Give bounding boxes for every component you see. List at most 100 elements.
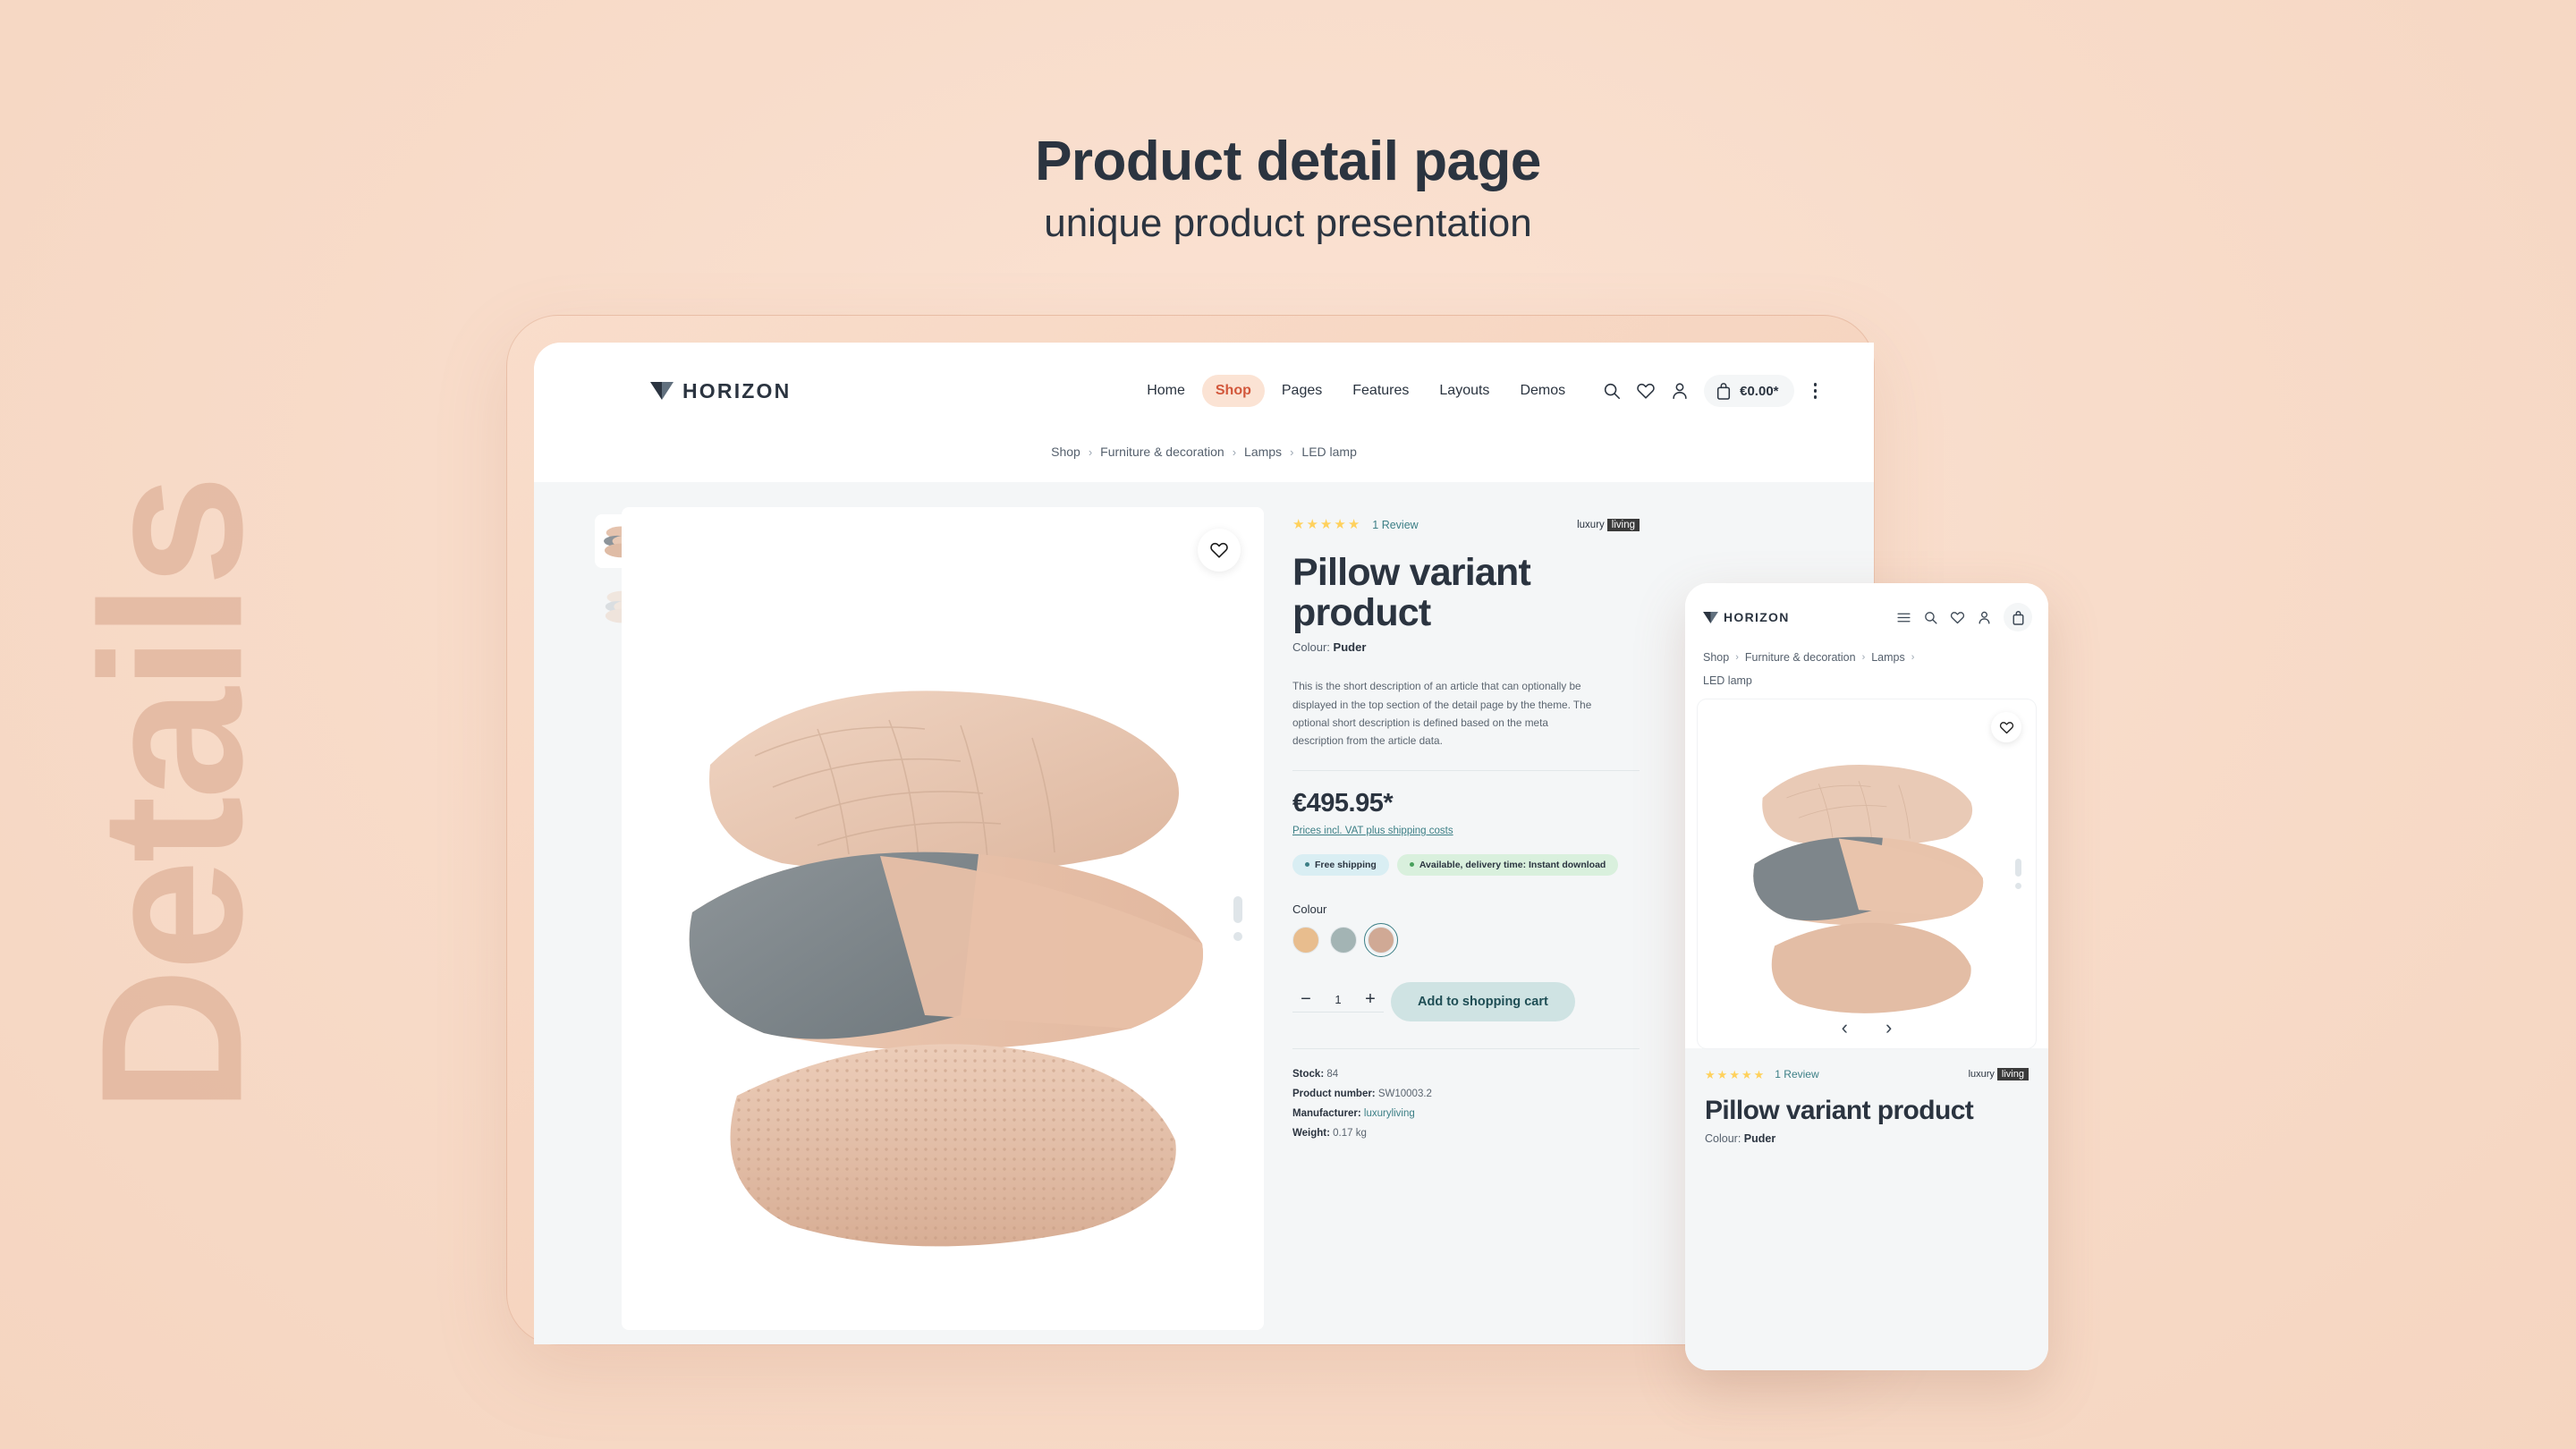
user-icon[interactable] [1977,610,1992,625]
colour-swatch-puder[interactable] [1364,922,1398,957]
user-icon[interactable] [1670,381,1690,401]
review-count-link[interactable]: 1 Review [1372,519,1418,531]
brand-part-2: living [1606,518,1640,531]
heart-icon[interactable] [1950,610,1965,625]
add-to-cart-button[interactable]: Add to shopping cart [1391,981,1575,1021]
carousel-prev-button[interactable]: ‹ [1842,1018,1848,1038]
product-detail-body: ★ ★ ★ ★ ★ 1 Review luxury living Pillow … [534,482,1874,1344]
spec-label: Weight: [1292,1127,1330,1139]
breadcrumb-separator: › [1088,445,1093,459]
star-icon: ★ [1319,517,1333,532]
product-info-panel: ★ ★ ★ ★ ★ 1 Review luxury living Pillow … [1264,507,1675,1344]
quantity-stepper: − 1 + [1292,990,1384,1013]
colour-swatch-grey[interactable] [1330,926,1357,953]
star-icon: ★ [1741,1067,1752,1081]
breadcrumb-item-furniture[interactable]: Furniture & decoration [1100,445,1224,459]
star-icon: ★ [1292,517,1305,532]
mobile-product-image[interactable]: ‹ › [1698,699,2036,1048]
pagination-dot-1[interactable] [2015,859,2021,877]
spec-value: 0.17 kg [1333,1127,1367,1139]
mobile-breadcrumb-item-lamps[interactable]: Lamps [1871,651,1905,664]
pagination-dot-1[interactable] [1233,896,1242,923]
product-main-image[interactable] [622,507,1264,1330]
nav-item-layouts[interactable]: Layouts [1426,375,1503,407]
mobile-breadcrumb-item-shop[interactable]: Shop [1703,651,1729,664]
colour-swatches [1292,922,1640,957]
carousel-next-button[interactable]: › [1885,1018,1892,1038]
mobile-logo[interactable]: HORIZON [1703,610,1790,624]
brand-part-1: luxury [1577,519,1605,530]
details-watermark: Details [58,478,284,1114]
nav-item-features[interactable]: Features [1339,375,1422,407]
breadcrumb-separator: › [1232,445,1237,459]
breadcrumb-item-shop[interactable]: Shop [1051,445,1080,459]
vat-shipping-link[interactable]: Prices incl. VAT plus shipping costs [1292,826,1453,836]
pillow-stack-photo [689,691,1203,1247]
star-icon: ★ [1729,1067,1740,1081]
spec-label: Stock: [1292,1068,1325,1080]
pagination-dot-2[interactable] [1233,932,1242,941]
image-pagination [1233,896,1242,941]
mobile-brand-badge: luxury living [1969,1068,2029,1080]
badge-label: Free shipping [1315,859,1377,870]
breadcrumb-separator: › [1911,652,1915,663]
quantity-increase-button[interactable]: + [1357,990,1384,1008]
rating-row: ★ ★ ★ ★ ★ 1 Review luxury living [1292,518,1640,531]
mobile-pillow-stack-photo [1753,765,1984,1013]
colour-value: Puder [1743,1131,1776,1145]
mobile-product-info: ★ ★ ★ ★ ★ 1 Review luxury living Pillow … [1685,1048,2048,1370]
nav-item-pages[interactable]: Pages [1268,375,1335,407]
nav-item-demos[interactable]: Demos [1506,375,1579,407]
purchase-row: − 1 + Add to shopping cart [1292,981,1640,1021]
star-icon: ★ [1306,517,1318,532]
thumbnail-gallery [534,507,648,1344]
mobile-cart-button[interactable] [2004,603,2032,631]
colour-field-label: Colour [1292,902,1327,916]
quantity-value[interactable]: 1 [1319,993,1357,1006]
mobile-product-colour-line: Colour: Puder [1705,1132,2029,1145]
heart-icon [1210,542,1228,558]
spec-label: Product number: [1292,1088,1376,1099]
breadcrumb-item-lamps[interactable]: Lamps [1244,445,1282,459]
badge-free-shipping: Free shipping [1292,853,1389,876]
brand-part-1: luxury [1968,1069,1995,1080]
mobile-product-title: Pillow variant product [1705,1096,1974,1125]
shopping-bag-icon [2012,610,2023,625]
mobile-breadcrumb-item-furniture[interactable]: Furniture & decoration [1745,651,1856,664]
wishlist-button[interactable] [1198,529,1241,572]
brand-part-2: living [1996,1068,2029,1080]
spec-value: SW10003.2 [1377,1088,1432,1099]
spec-manufacturer: Manufacturer: luxuryliving [1292,1108,1640,1119]
horizon-v-logo-icon [1703,611,1718,623]
breadcrumb-item-current: LED lamp [1301,445,1357,459]
pagination-dot-2[interactable] [2015,883,2021,889]
nav-item-shop[interactable]: Shop [1201,375,1265,407]
horizon-v-logo-icon [650,382,674,400]
vertical-dots-icon[interactable] [1809,379,1823,402]
site-header: HORIZON Home Shop Pages Features Layouts… [534,343,1874,439]
mobile-wishlist-button[interactable] [1991,712,2021,742]
manufacturer-link[interactable]: luxuryliving [1364,1108,1415,1119]
spec-product-number: Product number: SW10003.2 [1292,1089,1640,1099]
shopping-bag-icon [1717,383,1731,400]
site-logo[interactable]: HORIZON [650,379,791,403]
tablet-device-frame: HORIZON Home Shop Pages Features Layouts… [506,315,1875,1345]
hamburger-menu-icon[interactable] [1896,610,1911,625]
spec-value: 84 [1326,1068,1339,1080]
search-icon[interactable] [1602,381,1622,401]
nav-item-home[interactable]: Home [1133,375,1199,407]
mobile-review-count-link[interactable]: 1 Review [1775,1068,1818,1080]
colour-label: Colour: [1292,640,1330,655]
search-icon[interactable] [1923,610,1938,625]
quantity-decrease-button[interactable]: − [1292,990,1319,1008]
badge-label: Available, delivery time: Instant downlo… [1419,859,1606,870]
mobile-device-frame: HORIZON Shop › Furniture & decoration › … [1685,583,2048,1370]
colour-swatch-beige[interactable] [1292,926,1319,953]
mobile-header: HORIZON [1685,583,2048,646]
product-colour-line: Colour: Puder [1292,640,1640,654]
mobile-icon-group [1896,603,2032,631]
mobile-logo-text: HORIZON [1724,610,1790,624]
spec-label: Manufacturer: [1292,1107,1361,1119]
heart-icon[interactable] [1636,381,1656,401]
cart-button[interactable]: €0.00* [1704,375,1794,407]
